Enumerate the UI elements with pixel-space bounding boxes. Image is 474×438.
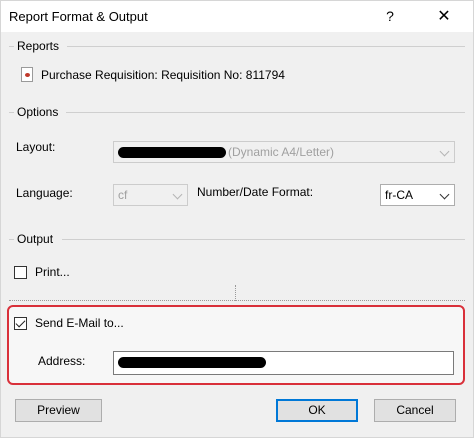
report-document-icon <box>21 67 33 82</box>
cancel-button[interactable]: Cancel <box>374 399 456 422</box>
window-title: Report Format & Output <box>9 9 148 24</box>
section-divider <box>9 112 14 113</box>
print-label[interactable]: Print... <box>35 265 70 279</box>
layout-select[interactable]: (Dynamic A4/Letter) <box>113 141 455 163</box>
language-value: cf <box>118 188 128 202</box>
section-divider <box>9 239 14 240</box>
number-date-format-label: Number/Date Format: <box>197 185 314 199</box>
chevron-down-icon <box>172 189 183 200</box>
title-bar: Report Format & Output ? ✕ <box>1 1 473 32</box>
send-email-checkbox[interactable] <box>14 317 27 330</box>
section-divider <box>9 46 14 47</box>
section-divider <box>66 112 465 113</box>
language-select[interactable]: cf <box>113 184 188 206</box>
chevron-down-icon <box>439 189 450 200</box>
send-email-label[interactable]: Send E-Mail to... <box>35 316 124 330</box>
report-item-label[interactable]: Purchase Requisition: Requisition No: 81… <box>41 68 285 82</box>
chevron-down-icon <box>439 146 450 157</box>
splitter-line <box>9 300 465 301</box>
number-date-format-value: fr-CA <box>385 188 413 202</box>
layout-label: Layout: <box>16 140 56 154</box>
output-section-label: Output <box>17 232 54 246</box>
section-divider <box>62 239 465 240</box>
section-divider <box>67 46 465 47</box>
help-button[interactable]: ? <box>367 1 413 32</box>
address-input[interactable] <box>113 351 454 375</box>
layout-value: (Dynamic A4/Letter) <box>228 145 335 159</box>
preview-button[interactable]: Preview <box>15 399 102 422</box>
options-section-label: Options <box>17 105 59 119</box>
language-label: Language: <box>16 186 73 200</box>
redacted-layout-name <box>118 147 226 158</box>
ok-button[interactable]: OK <box>276 399 358 422</box>
checkmark-icon <box>15 317 26 328</box>
address-label: Address: <box>38 354 86 368</box>
number-date-format-select[interactable]: fr-CA <box>380 184 455 206</box>
print-checkbox[interactable] <box>14 266 27 279</box>
reports-section-label: Reports <box>17 39 60 53</box>
redacted-address <box>118 357 266 368</box>
report-format-output-dialog: Report Format & Output ? ✕ Reports Purch… <box>0 0 474 438</box>
splitter-handle[interactable] <box>235 285 236 301</box>
close-button[interactable]: ✕ <box>421 1 467 32</box>
